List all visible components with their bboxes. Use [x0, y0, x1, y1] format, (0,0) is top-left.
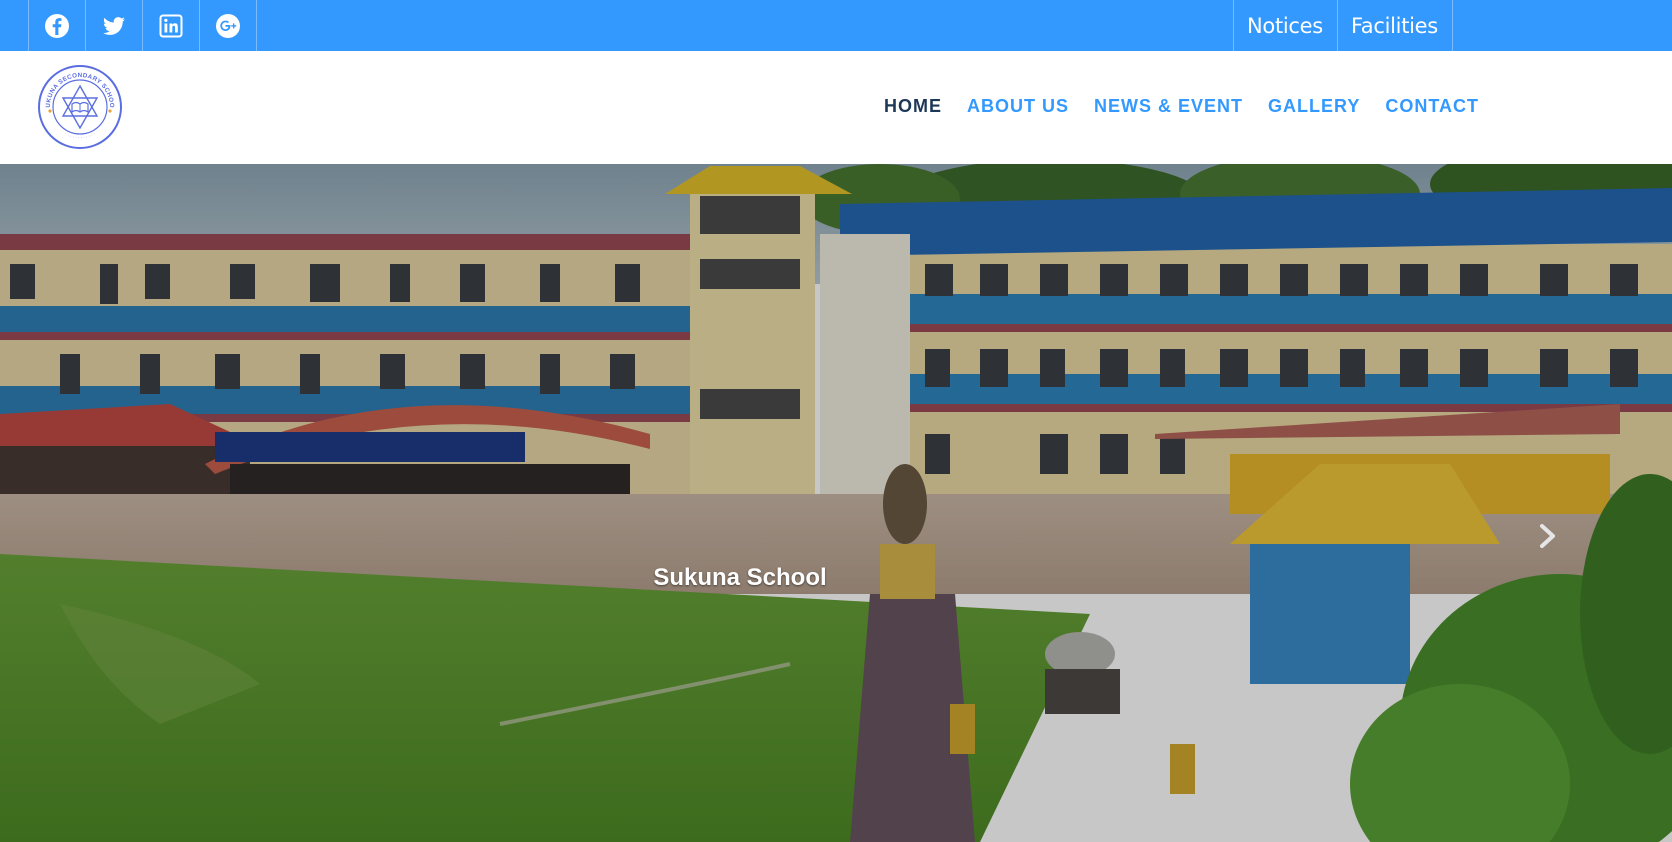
linkedin-link[interactable]	[143, 0, 200, 51]
twitter-icon	[103, 16, 125, 35]
top-links: Notices Facilities	[1233, 0, 1453, 51]
hero-overlay	[0, 164, 1672, 842]
google-plus-icon	[216, 13, 240, 38]
nav-news-event[interactable]: NEWS & EVENT	[1094, 96, 1243, 117]
notices-link[interactable]: Notices	[1234, 0, 1338, 51]
site-header: SUKUNA SECONDARY SCHOOL · · · · · · · · …	[0, 51, 1672, 164]
nav-gallery[interactable]: GALLERY	[1268, 96, 1360, 117]
slider-next-button[interactable]	[1530, 518, 1566, 554]
google-plus-link[interactable]	[200, 0, 257, 51]
school-logo[interactable]: SUKUNA SECONDARY SCHOOL · · · · · · · · …	[37, 64, 123, 150]
chevron-right-icon	[1540, 524, 1555, 548]
facilities-link[interactable]: Facilities	[1338, 0, 1453, 51]
hero-slider: Sukuna School	[0, 164, 1672, 842]
linkedin-icon	[159, 14, 183, 37]
slide-caption: Sukuna School	[653, 564, 827, 591]
nav-about-us[interactable]: ABOUT US	[967, 96, 1069, 117]
nav-home[interactable]: HOME	[884, 96, 942, 117]
twitter-link[interactable]	[86, 0, 143, 51]
social-links	[28, 0, 257, 51]
main-nav: HOME ABOUT US NEWS & EVENT GALLERY CONTA…	[884, 91, 1479, 121]
top-bar: Notices Facilities	[0, 0, 1672, 51]
facebook-icon	[45, 13, 69, 38]
nav-contact[interactable]: CONTACT	[1385, 96, 1479, 117]
facebook-link[interactable]	[29, 0, 86, 51]
